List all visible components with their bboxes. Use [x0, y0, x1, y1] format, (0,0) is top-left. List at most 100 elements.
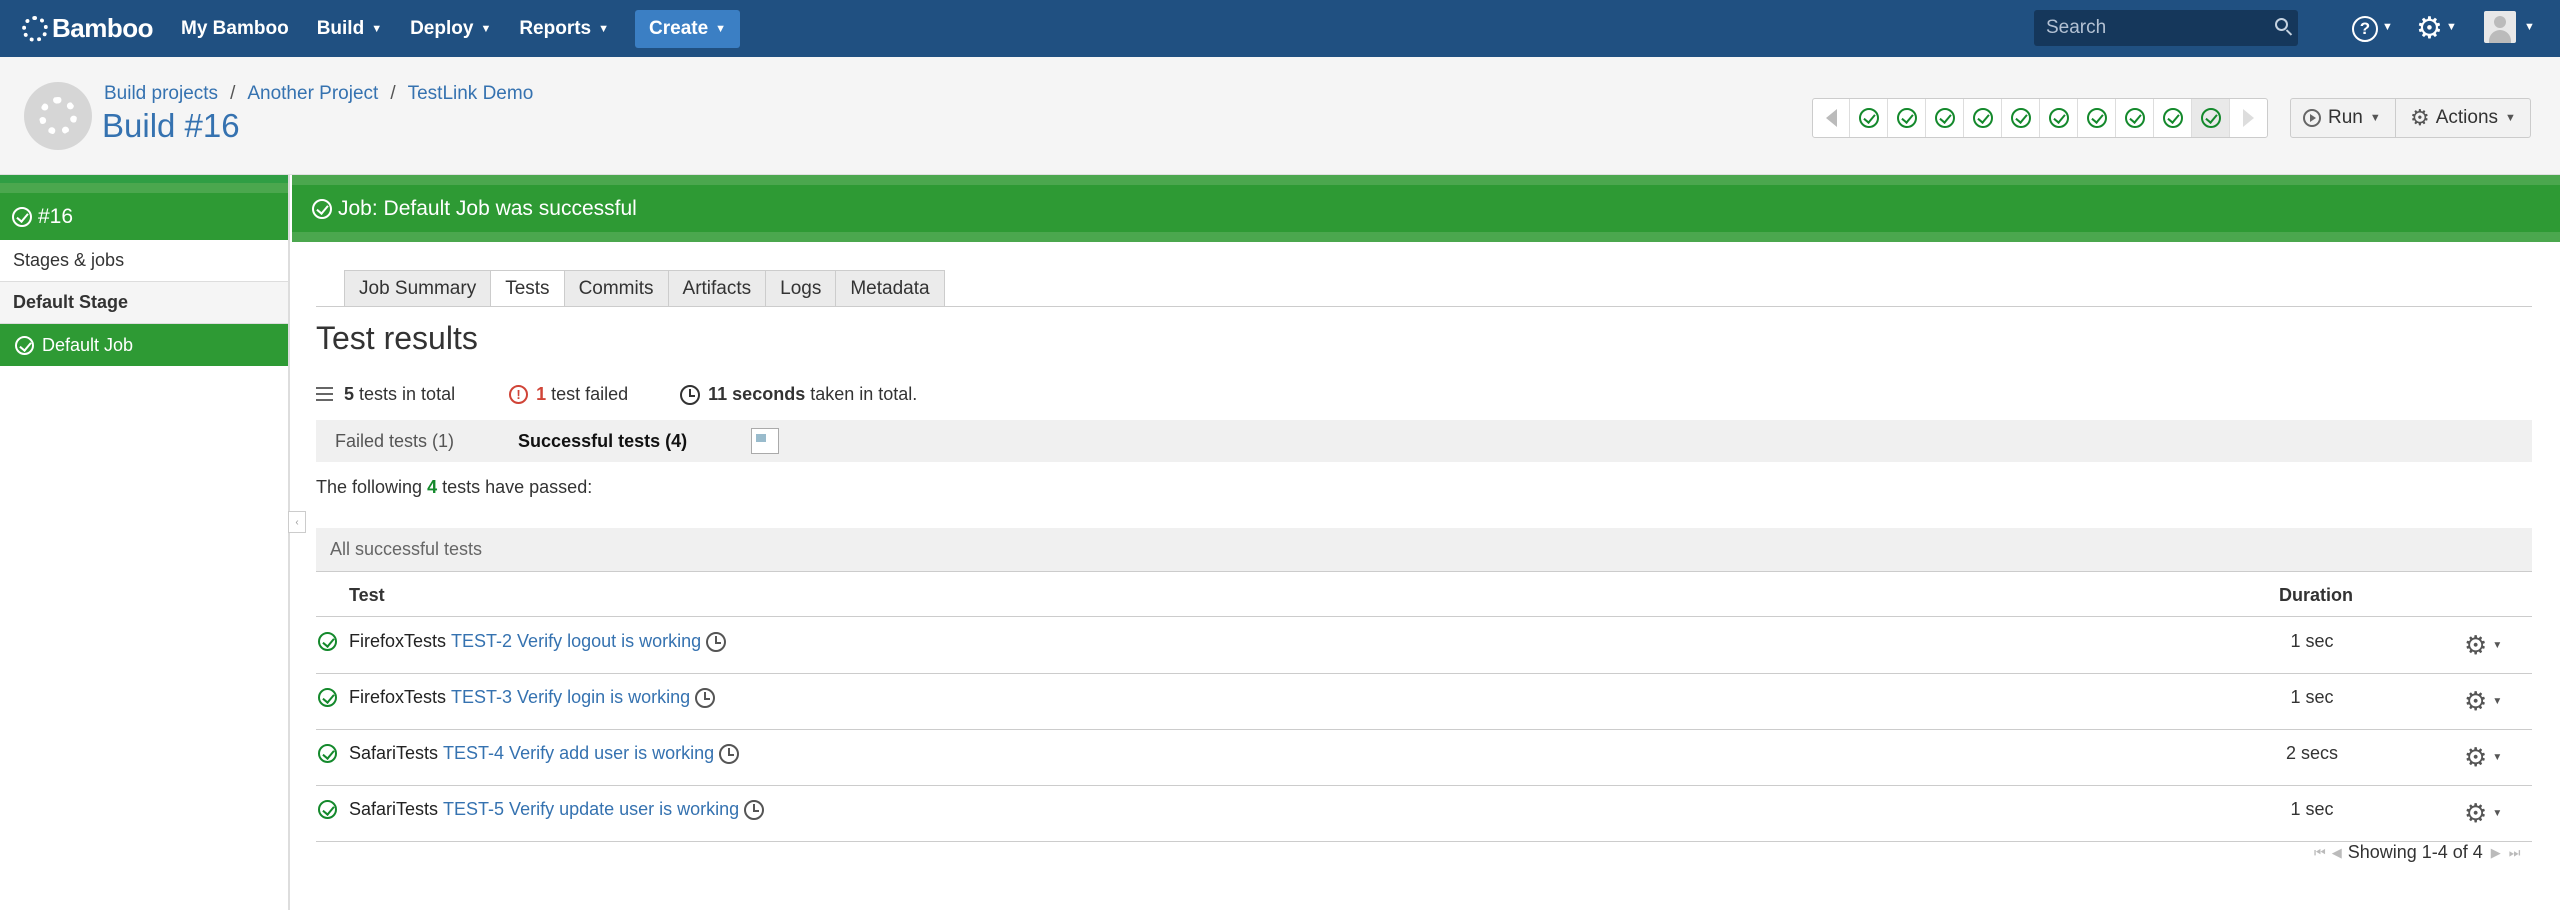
project-avatar-icon: [39, 97, 77, 135]
test-link[interactable]: TEST-5 Verify update user is working: [443, 799, 739, 820]
column-test: Test: [349, 585, 385, 605]
breadcrumb-plan[interactable]: TestLink Demo: [408, 83, 534, 105]
test-name: FirefoxTests TEST-2 Verify logout is wor…: [349, 631, 727, 652]
table-row: FirefoxTests TEST-2 Verify logout is wor…: [316, 618, 2532, 674]
clock-icon[interactable]: [706, 631, 727, 652]
gear-icon: ⚙: [2410, 105, 2430, 130]
history-build-6[interactable]: [2039, 99, 2077, 137]
breadcrumb-separator: /: [230, 83, 236, 104]
test-link[interactable]: TEST-2 Verify logout is working: [451, 631, 701, 652]
sidebar-item-stages-jobs[interactable]: Stages & jobs: [0, 240, 288, 282]
history-build-8[interactable]: [2115, 99, 2153, 137]
history-build-7[interactable]: [2077, 99, 2115, 137]
tab-tests[interactable]: Tests: [491, 270, 565, 307]
last-page-icon[interactable]: ⏭: [2509, 845, 2521, 861]
row-actions-button[interactable]: ⚙ ▼: [2464, 798, 2502, 829]
history-build-5[interactable]: [2001, 99, 2039, 137]
test-results-heading: Test results: [316, 320, 478, 356]
help-icon[interactable]: ?: [2352, 16, 2378, 42]
test-link[interactable]: TEST-3 Verify login is working: [451, 687, 690, 708]
table-row: SafariTests TEST-5 Verify update user is…: [316, 786, 2532, 842]
history-build-4[interactable]: [1963, 99, 2001, 137]
previous-build-button[interactable]: [1813, 99, 1849, 137]
test-name: SafariTests TEST-5 Verify update user is…: [349, 799, 765, 820]
nav-reports[interactable]: Reports ▼: [519, 18, 609, 40]
check-circle-icon: [2086, 108, 2107, 128]
first-page-icon[interactable]: ⏮: [2314, 845, 2326, 861]
sidebar-item-label: Default Job: [42, 334, 134, 355]
check-circle-icon: [1896, 108, 1917, 128]
previous-page-icon[interactable]: ◀: [2332, 845, 2342, 861]
tab-artifacts[interactable]: Artifacts: [668, 270, 767, 307]
passed-count: 4: [427, 477, 438, 497]
actions-button[interactable]: ⚙ Actions ▼: [2396, 98, 2531, 138]
total-duration-label: taken in total.: [810, 384, 918, 404]
sidebar-item-default-job[interactable]: Default Job: [0, 324, 288, 366]
test-name: FirefoxTests TEST-3 Verify login is work…: [349, 687, 716, 708]
subtab-successful-tests[interactable]: Successful tests (4): [518, 431, 687, 452]
row-actions-button[interactable]: ⚙ ▼: [2464, 742, 2502, 773]
check-circle-icon: [12, 206, 32, 227]
create-button[interactable]: Create ▼: [635, 9, 741, 48]
tabs-divider: [316, 306, 2532, 307]
arrow-left-icon: [1825, 109, 1837, 127]
total-tests-label: tests in total: [359, 384, 456, 404]
breadcrumb-build-projects[interactable]: Build projects: [104, 83, 218, 105]
row-actions-button[interactable]: ⚙ ▼: [2464, 630, 2502, 661]
bamboo-logo[interactable]: Bamboo: [22, 13, 154, 44]
list-icon: [316, 387, 333, 402]
test-duration: 1 sec: [2290, 799, 2334, 819]
gear-icon[interactable]: ⚙: [2416, 11, 2443, 46]
nav-build[interactable]: Build ▼: [317, 18, 382, 40]
tab-job-summary[interactable]: Job Summary: [344, 270, 492, 307]
pagination: ⏮ ◀ Showing 1-4 of 4 ▶ ⏭: [2314, 842, 2521, 863]
column-duration: Duration: [2279, 585, 2353, 605]
user-avatar[interactable]: [2484, 11, 2516, 43]
sidebar-collapse-handle[interactable]: ‹: [288, 511, 306, 533]
test-class: SafariTests: [349, 799, 439, 819]
nav-my-bamboo-label: My Bamboo: [181, 17, 289, 39]
gear-icon: ⚙: [2464, 742, 2488, 772]
chevron-down-icon: ▼: [2382, 21, 2393, 33]
broken-image-icon: [751, 428, 780, 454]
check-circle-icon: [1972, 108, 1993, 128]
nav-deploy-label: Deploy: [410, 17, 474, 39]
test-name: SafariTests TEST-4 Verify add user is wo…: [349, 743, 740, 764]
failed-tests-label: test failed: [551, 384, 629, 404]
check-circle-icon: [2162, 108, 2183, 128]
history-build-9[interactable]: [2153, 99, 2191, 137]
tab-logs[interactable]: Logs: [766, 270, 837, 307]
tab-metadata[interactable]: Metadata: [836, 270, 945, 307]
test-class: FirefoxTests: [349, 687, 447, 707]
subtab-failed-tests[interactable]: Failed tests (1): [335, 431, 454, 452]
history-build-10[interactable]: [2191, 99, 2229, 137]
breadcrumb-project[interactable]: Another Project: [247, 83, 378, 105]
history-build-2[interactable]: [1887, 99, 1925, 137]
tab-commits[interactable]: Commits: [564, 270, 669, 307]
row-actions-button[interactable]: ⚙ ▼: [2464, 686, 2502, 717]
actions-button-label: Actions: [2435, 107, 2499, 128]
clock-icon[interactable]: [744, 799, 765, 820]
chevron-down-icon: ▼: [2492, 696, 2503, 707]
test-link[interactable]: TEST-4 Verify add user is working: [443, 743, 714, 764]
clock-icon[interactable]: [695, 687, 716, 708]
top-navigation: Bamboo My Bamboo Build ▼ Deploy ▼ Reports ▼…: [0, 0, 2560, 57]
check-circle-icon: [1858, 108, 1879, 128]
next-page-icon[interactable]: ▶: [2491, 845, 2501, 861]
sidebar-stage-label: Default Stage: [13, 292, 129, 312]
run-button[interactable]: Run ▼: [2290, 98, 2396, 138]
chevron-down-icon: ▼: [2524, 21, 2535, 33]
next-build-button[interactable]: [2229, 99, 2267, 137]
nav-deploy[interactable]: Deploy ▼: [410, 18, 491, 40]
clock-icon[interactable]: [719, 743, 740, 764]
history-build-1[interactable]: [1849, 99, 1887, 137]
table-header: Test Duration: [316, 573, 2532, 617]
nav-my-bamboo[interactable]: My Bamboo: [181, 18, 289, 40]
build-header: Build projects / Another Project / TestL…: [0, 57, 2560, 175]
error-icon: !: [509, 385, 529, 404]
gear-icon: ⚙: [2464, 686, 2488, 716]
search-input[interactable]: Search: [2034, 10, 2298, 46]
total-tests-count: 5: [344, 384, 355, 404]
history-build-3[interactable]: [1925, 99, 1963, 137]
chevron-down-icon: ▼: [598, 22, 610, 35]
